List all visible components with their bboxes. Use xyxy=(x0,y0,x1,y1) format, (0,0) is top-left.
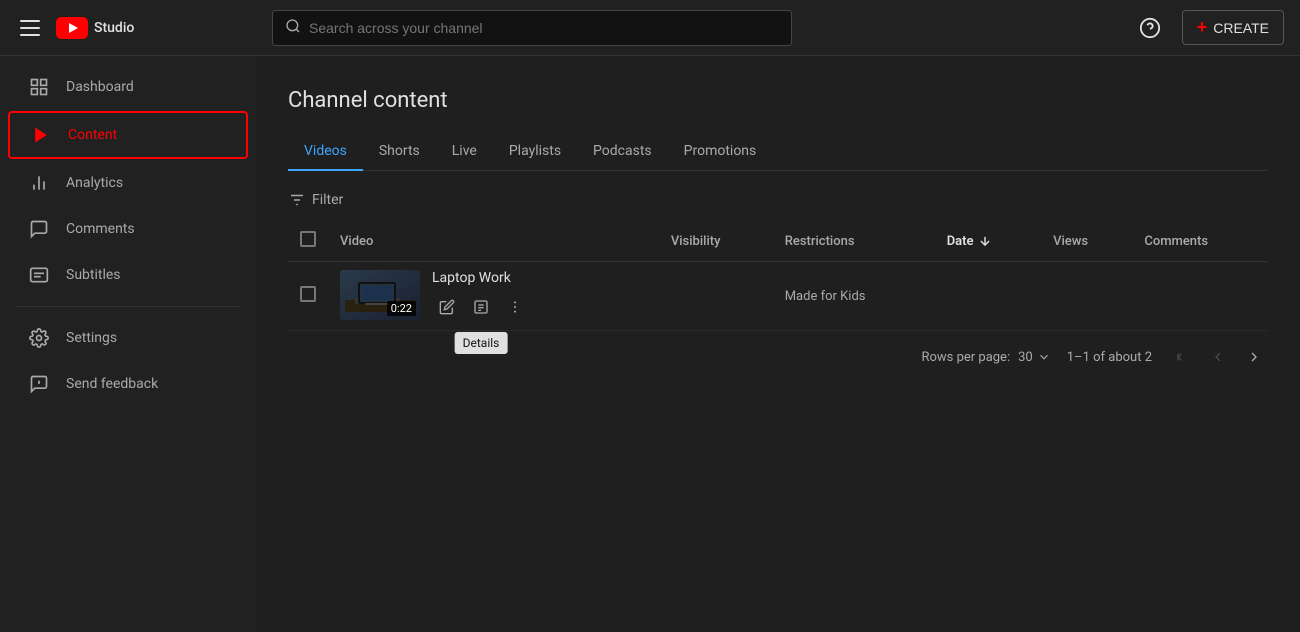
tab-live[interactable]: Live xyxy=(436,133,493,171)
table-header-row: Video Visibility Restrictions Date xyxy=(288,221,1268,262)
thumbnail-duration: 0:22 xyxy=(387,301,416,316)
rows-per-page: Rows per page: 30 xyxy=(921,350,1050,365)
tab-podcasts[interactable]: Podcasts xyxy=(577,133,668,171)
row-checkbox-cell xyxy=(288,262,328,331)
more-options-button[interactable] xyxy=(500,292,530,322)
row-restrictions-cell: Made for Kids xyxy=(773,262,935,331)
filter-button[interactable]: Filter xyxy=(288,191,343,209)
page-title: Channel content xyxy=(288,88,1268,113)
content-icon xyxy=(30,125,52,145)
tabs-bar: Videos Shorts Live Playlists Podcasts Pr… xyxy=(288,133,1268,171)
sidebar-item-label: Settings xyxy=(66,330,117,346)
sidebar-item-feedback[interactable]: Send feedback xyxy=(8,362,248,406)
sidebar-item-label: Send feedback xyxy=(66,376,158,392)
create-plus-icon: + xyxy=(1197,17,1208,38)
details-button[interactable] xyxy=(466,292,496,322)
table-row: 0:22 Laptop Work xyxy=(288,262,1268,331)
next-page-button[interactable] xyxy=(1240,343,1268,371)
sidebar-item-label: Comments xyxy=(66,221,135,237)
sidebar-item-comments[interactable]: Comments xyxy=(8,207,248,251)
header: Studio + CREATE xyxy=(0,0,1300,56)
search-input[interactable] xyxy=(309,20,779,36)
col-video: Video xyxy=(328,221,659,262)
search-bar[interactable] xyxy=(272,10,792,46)
logo-area: Studio xyxy=(56,17,134,39)
row-comments-cell xyxy=(1132,262,1268,331)
filter-bar: Filter xyxy=(288,187,1268,213)
sidebar-item-label: Subtitles xyxy=(66,267,121,283)
sidebar-item-subtitles[interactable]: Subtitles xyxy=(8,253,248,297)
settings-icon xyxy=(28,328,50,348)
youtube-logo-icon xyxy=(56,17,88,39)
subtitles-icon xyxy=(28,265,50,285)
dashboard-icon xyxy=(28,77,50,97)
filter-label: Filter xyxy=(312,192,343,208)
header-right: + CREATE xyxy=(1134,10,1284,45)
col-views: Views xyxy=(1041,221,1132,262)
tab-videos[interactable]: Videos xyxy=(288,133,363,171)
prev-page-button[interactable] xyxy=(1204,343,1232,371)
pagination-nav xyxy=(1168,343,1268,371)
col-date[interactable]: Date xyxy=(935,221,1041,262)
tab-shorts[interactable]: Shorts xyxy=(363,133,436,171)
row-video-cell: 0:22 Laptop Work xyxy=(328,262,659,331)
help-button[interactable] xyxy=(1134,12,1166,44)
sidebar-item-dashboard[interactable]: Dashboard xyxy=(8,65,248,109)
video-cell: 0:22 Laptop Work xyxy=(340,270,647,322)
content-area: Channel content Videos Shorts Live Playl… xyxy=(256,56,1300,632)
sidebar-item-settings[interactable]: Settings xyxy=(8,316,248,360)
sidebar: Dashboard Content Analytics xyxy=(0,56,256,632)
video-actions: Details xyxy=(432,292,530,322)
col-restrictions: Restrictions xyxy=(773,221,935,262)
rows-per-page-value: 30 xyxy=(1018,350,1033,365)
table-container: Video Visibility Restrictions Date xyxy=(288,221,1268,331)
rows-per-page-label: Rows per page: xyxy=(921,350,1010,365)
video-thumbnail: 0:22 xyxy=(340,270,420,320)
date-col-label: Date xyxy=(947,234,974,249)
sidebar-divider xyxy=(16,306,240,307)
edit-button[interactable] xyxy=(432,292,462,322)
tab-promotions[interactable]: Promotions xyxy=(668,133,773,171)
create-button[interactable]: + CREATE xyxy=(1182,10,1284,45)
sidebar-item-label: Analytics xyxy=(66,175,123,191)
details-button-wrapper: Details xyxy=(466,292,496,322)
video-info: Laptop Work xyxy=(432,270,530,322)
tab-playlists[interactable]: Playlists xyxy=(493,133,577,171)
studio-label: Studio xyxy=(94,20,134,36)
sidebar-item-content[interactable]: Content xyxy=(8,111,248,159)
create-label: CREATE xyxy=(1213,20,1269,36)
sidebar-item-label: Dashboard xyxy=(66,79,134,95)
sidebar-item-analytics[interactable]: Analytics xyxy=(8,161,248,205)
header-left: Studio xyxy=(16,16,256,40)
row-views-cell xyxy=(1041,262,1132,331)
select-all-checkbox[interactable] xyxy=(300,231,316,247)
main-layout: Dashboard Content Analytics xyxy=(0,56,1300,632)
search-icon xyxy=(285,18,301,38)
feedback-icon xyxy=(28,374,50,394)
table-footer: Rows per page: 30 1–1 of about 2 xyxy=(288,331,1268,383)
rows-per-page-select[interactable]: 30 xyxy=(1018,350,1051,365)
row-checkbox[interactable] xyxy=(300,286,316,302)
hamburger-menu-icon[interactable] xyxy=(16,16,44,40)
row-visibility-cell xyxy=(659,262,773,331)
col-checkbox xyxy=(288,221,328,262)
first-page-button[interactable] xyxy=(1168,343,1196,371)
analytics-icon xyxy=(28,173,50,193)
video-title: Laptop Work xyxy=(432,270,530,286)
pagination-info: 1–1 of about 2 xyxy=(1067,350,1152,365)
videos-table: Video Visibility Restrictions Date xyxy=(288,221,1268,331)
col-comments: Comments xyxy=(1132,221,1268,262)
sidebar-item-label: Content xyxy=(68,127,117,143)
comments-icon xyxy=(28,219,50,239)
row-date-cell xyxy=(935,262,1041,331)
col-visibility: Visibility xyxy=(659,221,773,262)
